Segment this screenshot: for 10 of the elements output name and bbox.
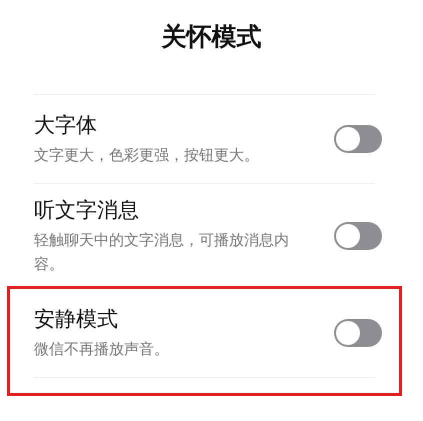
toggle-switch[interactable] [334,319,382,347]
setting-label: 大字体 [34,112,98,139]
toggle-switch[interactable] [334,125,382,153]
setting-description: 轻触聊天中的文字消息，可播放消息内容。 [34,230,290,275]
setting-label: 安静模式 [34,306,119,333]
setting-description: 文字更大，色彩更强，按钮更大。 [34,145,260,166]
setting-description: 微信不再播放声音。 [34,339,170,360]
toggle-switch[interactable] [334,222,382,250]
setting-label: 听文字消息 [34,197,140,224]
page-title: 关怀模式 [160,21,262,53]
